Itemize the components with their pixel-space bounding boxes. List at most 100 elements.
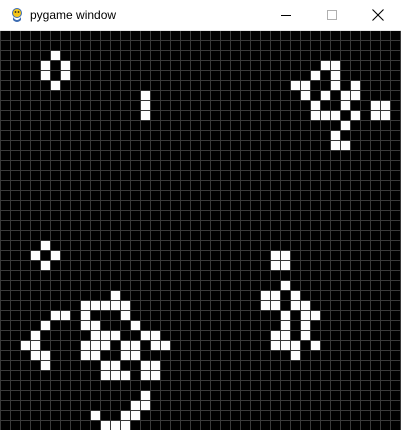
live-cell	[20, 340, 30, 350]
live-cell	[300, 300, 310, 310]
live-cell	[140, 360, 150, 370]
live-cell	[140, 100, 150, 110]
live-cell	[140, 390, 150, 400]
live-cell	[80, 350, 90, 360]
live-cell	[80, 320, 90, 330]
live-cell	[320, 110, 330, 120]
live-cell	[40, 240, 50, 250]
live-cell	[330, 70, 340, 80]
live-cell	[100, 340, 110, 350]
live-cell	[310, 100, 320, 110]
live-cell	[110, 300, 120, 310]
live-cell	[150, 360, 160, 370]
minimize-button[interactable]	[263, 0, 309, 30]
live-cell	[80, 310, 90, 320]
maximize-icon	[327, 10, 337, 20]
live-cell	[50, 50, 60, 60]
grid-lines	[0, 31, 401, 430]
live-cell	[30, 250, 40, 260]
live-cell	[40, 320, 50, 330]
live-cell	[330, 80, 340, 90]
maximize-button[interactable]	[309, 0, 355, 30]
live-cell	[30, 340, 40, 350]
live-cell	[280, 310, 290, 320]
live-cell	[40, 350, 50, 360]
live-cell	[40, 70, 50, 80]
live-cell	[110, 420, 120, 430]
live-cell	[100, 420, 110, 430]
live-cell	[90, 350, 100, 360]
close-button[interactable]	[355, 0, 401, 30]
live-cell	[50, 80, 60, 90]
live-cell	[300, 320, 310, 330]
live-cell	[100, 370, 110, 380]
live-cell	[110, 370, 120, 380]
live-cell	[60, 70, 70, 80]
live-cell	[310, 110, 320, 120]
live-cell	[150, 370, 160, 380]
live-cell	[340, 90, 350, 100]
live-cell	[260, 300, 270, 310]
live-cell	[300, 310, 310, 320]
live-cell	[340, 140, 350, 150]
live-cell	[120, 350, 130, 360]
live-cell	[120, 410, 130, 420]
live-cell	[340, 120, 350, 130]
window-title: pygame window	[30, 8, 117, 22]
live-cell	[130, 340, 140, 350]
live-cell	[290, 80, 300, 90]
minimize-icon	[281, 15, 291, 16]
live-cell	[130, 320, 140, 330]
live-cell	[90, 320, 100, 330]
live-cell	[50, 310, 60, 320]
live-cell	[280, 260, 290, 270]
live-cell	[280, 250, 290, 260]
live-cell	[380, 100, 390, 110]
live-cell	[120, 370, 130, 380]
live-cell	[270, 300, 280, 310]
live-cell	[110, 290, 120, 300]
live-cell	[140, 370, 150, 380]
live-cell	[370, 100, 380, 110]
live-cell	[40, 360, 50, 370]
live-cell	[90, 330, 100, 340]
live-cell	[60, 60, 70, 70]
live-cell	[290, 350, 300, 360]
live-cell	[150, 340, 160, 350]
live-cell	[120, 300, 130, 310]
live-cell	[100, 300, 110, 310]
live-cell	[30, 350, 40, 360]
app-window: pygame window	[0, 0, 401, 430]
live-cell	[260, 290, 270, 300]
live-cell	[80, 340, 90, 350]
live-cell	[110, 330, 120, 340]
game-canvas[interactable]	[0, 31, 401, 430]
live-cell	[270, 250, 280, 260]
live-cell	[130, 410, 140, 420]
live-cell	[270, 330, 280, 340]
live-cell	[330, 110, 340, 120]
live-cell	[270, 340, 280, 350]
title-bar[interactable]: pygame window	[0, 0, 401, 31]
live-cell	[300, 90, 310, 100]
live-cell	[350, 110, 360, 120]
live-cell	[280, 280, 290, 290]
pygame-snake-icon	[12, 8, 22, 22]
live-cell	[140, 400, 150, 410]
live-cell	[300, 80, 310, 90]
live-cell	[120, 420, 130, 430]
live-cell	[120, 340, 130, 350]
live-cell	[270, 260, 280, 270]
live-cell	[100, 360, 110, 370]
live-cell	[280, 320, 290, 330]
close-icon	[372, 9, 384, 21]
live-cell	[310, 70, 320, 80]
live-cell	[340, 100, 350, 110]
live-cell	[160, 340, 170, 350]
live-cell	[140, 330, 150, 340]
life-grid[interactable]	[0, 31, 401, 430]
live-cell	[130, 400, 140, 410]
live-cell	[310, 310, 320, 320]
live-cell	[300, 330, 310, 340]
live-cell	[350, 90, 360, 100]
